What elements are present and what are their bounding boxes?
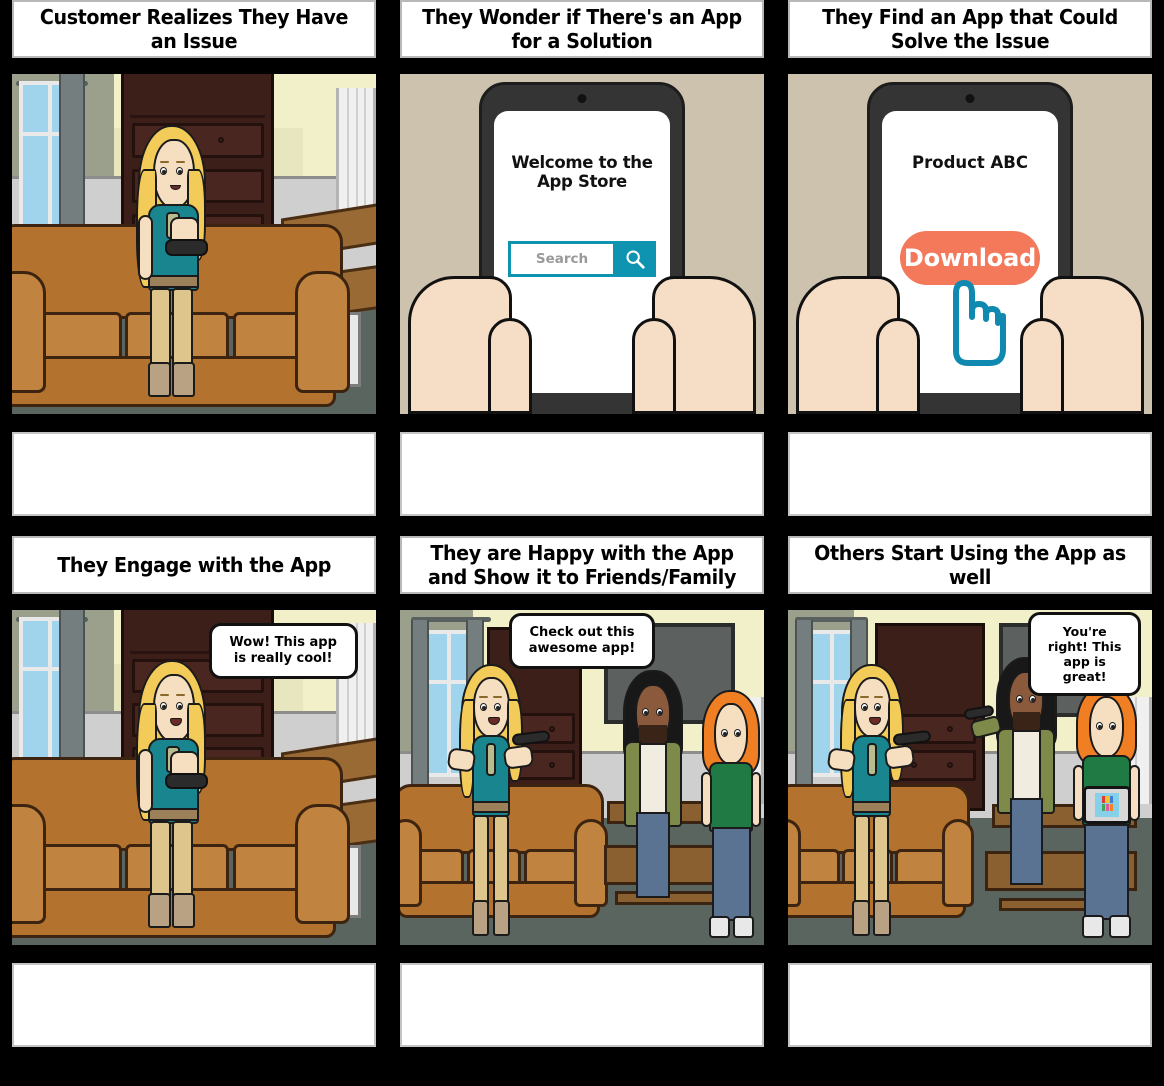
cell-1-title: Customer Realizes They Have an Issue	[39, 5, 349, 53]
speech-bubble-text: Wow! This app is really cool!	[229, 635, 337, 667]
speech-bubble-1: Wow! This app is really cool!	[208, 623, 358, 680]
app-store-heading: Welcome to the App Store	[511, 153, 653, 191]
cell-5-scene: Check out this awesome app!	[400, 610, 764, 945]
phone-scene-background: Welcome to the App Store Search	[400, 74, 764, 414]
cell-1-caption[interactable]	[12, 432, 376, 516]
face	[714, 702, 749, 765]
curtain	[410, 620, 430, 795]
phone-camera-icon	[577, 94, 587, 103]
face	[473, 677, 511, 738]
cell-4-scene: Wow! This app is really cool!	[12, 610, 376, 945]
curtain	[795, 620, 814, 795]
cell-3-scene: Product ABC Download	[788, 74, 1152, 414]
character-man-dreadlocks	[618, 670, 687, 899]
shoe-left	[708, 915, 730, 939]
left-arm	[138, 214, 154, 281]
search-bar[interactable]: Search	[508, 241, 656, 277]
character-blonde-girl	[125, 660, 220, 929]
magnifier-icon	[625, 250, 645, 269]
storyboard-cell-5[interactable]: They are Happy with the App and Show it …	[388, 536, 776, 1047]
search-button[interactable]	[613, 244, 653, 274]
cell-2-title: They Wonder if There's an App for a Solu…	[422, 5, 742, 53]
shoe-left	[1081, 915, 1104, 939]
boot-right	[172, 361, 195, 397]
jeans	[711, 826, 751, 921]
living-room-background-4: You're right! This app is great!	[788, 610, 1152, 945]
jeans	[636, 811, 670, 899]
cell-5-title: They are Happy with the App and Show it …	[427, 541, 737, 589]
storyboard-cell-4[interactable]: They Engage with the App Wow! This app i…	[0, 536, 388, 1047]
storyboard-cell-3[interactable]: They Find an App that Could Solve the Is…	[776, 0, 1164, 516]
speech-bubble-text: You're right! This app is great!	[1047, 623, 1122, 684]
storyboard-row-1: Customer Realizes They Have an Issue The…	[0, 0, 1164, 516]
cell-3-title-box: They Find an App that Could Solve the Is…	[788, 0, 1152, 58]
legs	[150, 288, 172, 370]
storyboard-cell-2[interactable]: They Wonder if There's an App for a Solu…	[388, 0, 776, 516]
app-icon-grid	[1102, 796, 1113, 812]
cell-2-scene: Welcome to the App Store Search	[400, 74, 764, 414]
cell-1-scene	[12, 74, 376, 414]
character-blonde-standing	[446, 663, 551, 939]
phone-camera-icon	[965, 94, 975, 103]
jeans	[1009, 798, 1043, 885]
cell-5-caption[interactable]	[400, 963, 764, 1047]
character-blonde-standing-2	[827, 663, 932, 939]
character-blonde-girl	[125, 125, 220, 397]
arm-on-hip-right	[750, 772, 762, 827]
app-tablet-device	[1082, 785, 1132, 824]
character-redhead-2	[1072, 683, 1141, 939]
speech-bubble-text: Check out this awesome app!	[528, 625, 636, 657]
character-redhead	[698, 690, 764, 939]
living-room-background-2: Wow! This app is really cool!	[12, 610, 376, 945]
product-heading: Product ABC	[912, 153, 1028, 172]
face	[1088, 696, 1125, 758]
living-room-background	[12, 74, 376, 414]
cell-4-title: They Engage with the App	[57, 553, 331, 577]
cell-5-title-box: They are Happy with the App and Show it …	[400, 536, 764, 594]
speech-bubble-2: Check out this awesome app!	[509, 613, 655, 670]
living-room-background-3: Check out this awesome app!	[400, 610, 764, 945]
cell-4-title-box: They Engage with the App	[12, 536, 376, 594]
thumb-left	[488, 318, 532, 414]
cell-4-caption[interactable]	[12, 963, 376, 1047]
thumb-left-2	[876, 318, 920, 414]
pointing-hand-cursor-icon	[934, 271, 1006, 374]
storyboard-row-2: They Engage with the App Wow! This app i…	[0, 536, 1164, 1047]
shoe-right	[732, 915, 754, 939]
cell-6-caption[interactable]	[788, 963, 1152, 1047]
thumb-right-2	[1020, 318, 1064, 414]
jeans	[1084, 823, 1129, 921]
shirt	[708, 762, 754, 832]
shoe-right	[1109, 915, 1132, 939]
storyboard-cell-6[interactable]: Others Start Using the App as well You'r…	[776, 536, 1164, 1047]
speech-bubble-3: You're right! This app is great!	[1028, 611, 1142, 696]
storyboard-cell-1[interactable]: Customer Realizes They Have an Issue	[0, 0, 388, 516]
cell-6-scene: You're right! This app is great!	[788, 610, 1152, 945]
arm-right-holding-tablet	[502, 744, 535, 770]
cell-6-title: Others Start Using the App as well	[814, 541, 1126, 589]
tablet-device	[164, 772, 209, 789]
phone-scene-background-2: Product ABC Download	[788, 74, 1152, 414]
cell-2-title-box: They Wonder if There's an App for a Solu…	[400, 0, 764, 58]
cell-3-caption[interactable]	[788, 432, 1152, 516]
cell-2-caption[interactable]	[400, 432, 764, 516]
curtain	[59, 610, 85, 778]
search-input[interactable]: Search	[511, 244, 613, 274]
face	[854, 677, 891, 738]
app-tablet-screen	[1094, 792, 1120, 817]
cell-1-title-box: Customer Realizes They Have an Issue	[12, 0, 376, 58]
tablet-device	[164, 239, 209, 256]
cell-3-title: They Find an App that Could Solve the Is…	[822, 5, 1118, 53]
cell-6-title-box: Others Start Using the App as well	[788, 536, 1152, 594]
arm-left-open	[446, 746, 477, 773]
arm-on-hip-left	[701, 772, 712, 827]
thumb-right	[632, 318, 676, 414]
curtain	[59, 74, 85, 244]
storyboard: Customer Realizes They Have an Issue The…	[0, 0, 1164, 1086]
boot-left	[148, 361, 172, 397]
